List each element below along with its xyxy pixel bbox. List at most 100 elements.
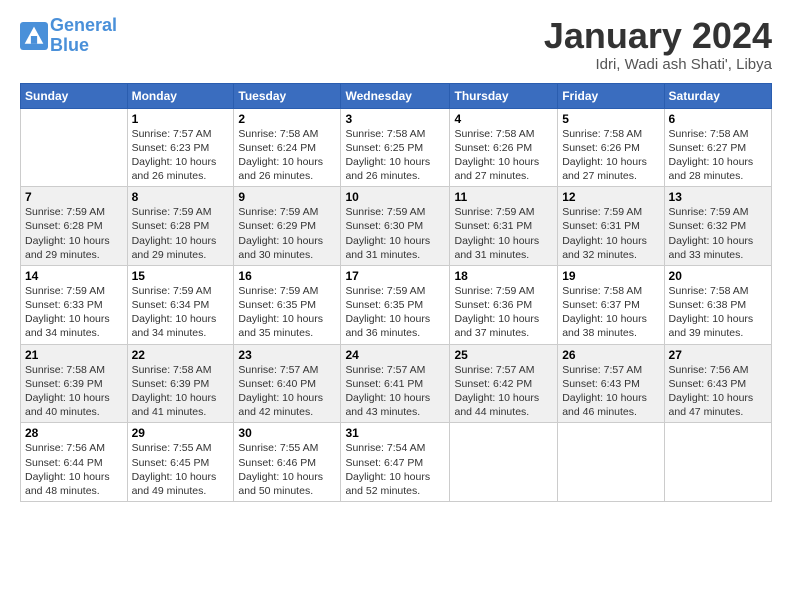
day-info: Sunrise: 7:58 AM Sunset: 6:27 PM Dayligh…	[669, 127, 767, 184]
day-info: Sunrise: 7:57 AM Sunset: 6:40 PM Dayligh…	[238, 363, 336, 420]
day-number: 30	[238, 426, 336, 440]
day-cell	[558, 423, 664, 502]
day-cell: 16Sunrise: 7:59 AM Sunset: 6:35 PM Dayli…	[234, 265, 341, 344]
day-info: Sunrise: 7:59 AM Sunset: 6:35 PM Dayligh…	[238, 284, 336, 341]
day-cell: 27Sunrise: 7:56 AM Sunset: 6:43 PM Dayli…	[664, 344, 771, 423]
day-cell: 3Sunrise: 7:58 AM Sunset: 6:25 PM Daylig…	[341, 108, 450, 187]
day-info: Sunrise: 7:58 AM Sunset: 6:37 PM Dayligh…	[562, 284, 659, 341]
day-info: Sunrise: 7:58 AM Sunset: 6:39 PM Dayligh…	[132, 363, 230, 420]
day-number: 31	[345, 426, 445, 440]
day-info: Sunrise: 7:59 AM Sunset: 6:34 PM Dayligh…	[132, 284, 230, 341]
day-cell: 2Sunrise: 7:58 AM Sunset: 6:24 PM Daylig…	[234, 108, 341, 187]
col-header-saturday: Saturday	[664, 83, 771, 108]
day-cell: 5Sunrise: 7:58 AM Sunset: 6:26 PM Daylig…	[558, 108, 664, 187]
day-number: 25	[454, 348, 553, 362]
day-cell: 23Sunrise: 7:57 AM Sunset: 6:40 PM Dayli…	[234, 344, 341, 423]
day-info: Sunrise: 7:59 AM Sunset: 6:35 PM Dayligh…	[345, 284, 445, 341]
day-number: 14	[25, 269, 123, 283]
day-cell: 17Sunrise: 7:59 AM Sunset: 6:35 PM Dayli…	[341, 265, 450, 344]
col-header-thursday: Thursday	[450, 83, 558, 108]
day-number: 15	[132, 269, 230, 283]
day-info: Sunrise: 7:57 AM Sunset: 6:42 PM Dayligh…	[454, 363, 553, 420]
day-number: 16	[238, 269, 336, 283]
day-info: Sunrise: 7:57 AM Sunset: 6:23 PM Dayligh…	[132, 127, 230, 184]
day-cell	[664, 423, 771, 502]
day-info: Sunrise: 7:59 AM Sunset: 6:32 PM Dayligh…	[669, 205, 767, 262]
day-info: Sunrise: 7:57 AM Sunset: 6:43 PM Dayligh…	[562, 363, 659, 420]
logo-text: General Blue	[50, 16, 117, 56]
day-cell: 11Sunrise: 7:59 AM Sunset: 6:31 PM Dayli…	[450, 187, 558, 266]
day-cell: 24Sunrise: 7:57 AM Sunset: 6:41 PM Dayli…	[341, 344, 450, 423]
col-header-sunday: Sunday	[21, 83, 128, 108]
month-year-title: January 2024	[544, 16, 772, 56]
day-number: 10	[345, 190, 445, 204]
day-cell: 30Sunrise: 7:55 AM Sunset: 6:46 PM Dayli…	[234, 423, 341, 502]
day-number: 13	[669, 190, 767, 204]
day-number: 12	[562, 190, 659, 204]
col-header-tuesday: Tuesday	[234, 83, 341, 108]
title-block: January 2024 Idri, Wadi ash Shati', Liby…	[544, 16, 772, 73]
day-info: Sunrise: 7:58 AM Sunset: 6:39 PM Dayligh…	[25, 363, 123, 420]
day-cell: 9Sunrise: 7:59 AM Sunset: 6:29 PM Daylig…	[234, 187, 341, 266]
logo-blue: Blue	[50, 36, 117, 56]
day-info: Sunrise: 7:59 AM Sunset: 6:36 PM Dayligh…	[454, 284, 553, 341]
day-number: 17	[345, 269, 445, 283]
calendar-table: SundayMondayTuesdayWednesdayThursdayFrid…	[20, 83, 772, 502]
day-number: 19	[562, 269, 659, 283]
day-cell: 7Sunrise: 7:59 AM Sunset: 6:28 PM Daylig…	[21, 187, 128, 266]
day-cell: 31Sunrise: 7:54 AM Sunset: 6:47 PM Dayli…	[341, 423, 450, 502]
day-info: Sunrise: 7:58 AM Sunset: 6:26 PM Dayligh…	[562, 127, 659, 184]
logo: General Blue	[20, 16, 117, 56]
day-info: Sunrise: 7:57 AM Sunset: 6:41 PM Dayligh…	[345, 363, 445, 420]
day-cell: 15Sunrise: 7:59 AM Sunset: 6:34 PM Dayli…	[127, 265, 234, 344]
day-number: 27	[669, 348, 767, 362]
day-number: 26	[562, 348, 659, 362]
day-number: 8	[132, 190, 230, 204]
day-number: 2	[238, 112, 336, 126]
day-cell: 14Sunrise: 7:59 AM Sunset: 6:33 PM Dayli…	[21, 265, 128, 344]
page: General Blue January 2024 Idri, Wadi ash…	[0, 0, 792, 612]
day-number: 21	[25, 348, 123, 362]
day-cell: 29Sunrise: 7:55 AM Sunset: 6:45 PM Dayli…	[127, 423, 234, 502]
day-cell: 22Sunrise: 7:58 AM Sunset: 6:39 PM Dayli…	[127, 344, 234, 423]
day-info: Sunrise: 7:56 AM Sunset: 6:43 PM Dayligh…	[669, 363, 767, 420]
day-number: 4	[454, 112, 553, 126]
day-number: 1	[132, 112, 230, 126]
day-number: 20	[669, 269, 767, 283]
day-info: Sunrise: 7:59 AM Sunset: 6:29 PM Dayligh…	[238, 205, 336, 262]
day-cell: 12Sunrise: 7:59 AM Sunset: 6:31 PM Dayli…	[558, 187, 664, 266]
day-info: Sunrise: 7:55 AM Sunset: 6:46 PM Dayligh…	[238, 441, 336, 498]
day-number: 9	[238, 190, 336, 204]
day-cell: 4Sunrise: 7:58 AM Sunset: 6:26 PM Daylig…	[450, 108, 558, 187]
day-info: Sunrise: 7:58 AM Sunset: 6:25 PM Dayligh…	[345, 127, 445, 184]
col-header-friday: Friday	[558, 83, 664, 108]
day-number: 5	[562, 112, 659, 126]
day-number: 7	[25, 190, 123, 204]
day-number: 11	[454, 190, 553, 204]
logo-icon	[20, 22, 48, 50]
day-number: 28	[25, 426, 123, 440]
day-cell: 20Sunrise: 7:58 AM Sunset: 6:38 PM Dayli…	[664, 265, 771, 344]
week-row-3: 14Sunrise: 7:59 AM Sunset: 6:33 PM Dayli…	[21, 265, 772, 344]
header: General Blue January 2024 Idri, Wadi ash…	[20, 16, 772, 73]
day-cell: 26Sunrise: 7:57 AM Sunset: 6:43 PM Dayli…	[558, 344, 664, 423]
week-row-4: 21Sunrise: 7:58 AM Sunset: 6:39 PM Dayli…	[21, 344, 772, 423]
day-info: Sunrise: 7:58 AM Sunset: 6:38 PM Dayligh…	[669, 284, 767, 341]
col-header-wednesday: Wednesday	[341, 83, 450, 108]
day-cell: 6Sunrise: 7:58 AM Sunset: 6:27 PM Daylig…	[664, 108, 771, 187]
day-info: Sunrise: 7:59 AM Sunset: 6:28 PM Dayligh…	[25, 205, 123, 262]
day-number: 18	[454, 269, 553, 283]
day-cell: 28Sunrise: 7:56 AM Sunset: 6:44 PM Dayli…	[21, 423, 128, 502]
day-number: 22	[132, 348, 230, 362]
day-info: Sunrise: 7:59 AM Sunset: 6:31 PM Dayligh…	[454, 205, 553, 262]
day-info: Sunrise: 7:56 AM Sunset: 6:44 PM Dayligh…	[25, 441, 123, 498]
day-cell: 8Sunrise: 7:59 AM Sunset: 6:28 PM Daylig…	[127, 187, 234, 266]
col-header-monday: Monday	[127, 83, 234, 108]
day-info: Sunrise: 7:59 AM Sunset: 6:33 PM Dayligh…	[25, 284, 123, 341]
day-number: 6	[669, 112, 767, 126]
day-info: Sunrise: 7:54 AM Sunset: 6:47 PM Dayligh…	[345, 441, 445, 498]
week-row-1: 1Sunrise: 7:57 AM Sunset: 6:23 PM Daylig…	[21, 108, 772, 187]
day-info: Sunrise: 7:55 AM Sunset: 6:45 PM Dayligh…	[132, 441, 230, 498]
day-cell: 10Sunrise: 7:59 AM Sunset: 6:30 PM Dayli…	[341, 187, 450, 266]
day-cell: 13Sunrise: 7:59 AM Sunset: 6:32 PM Dayli…	[664, 187, 771, 266]
